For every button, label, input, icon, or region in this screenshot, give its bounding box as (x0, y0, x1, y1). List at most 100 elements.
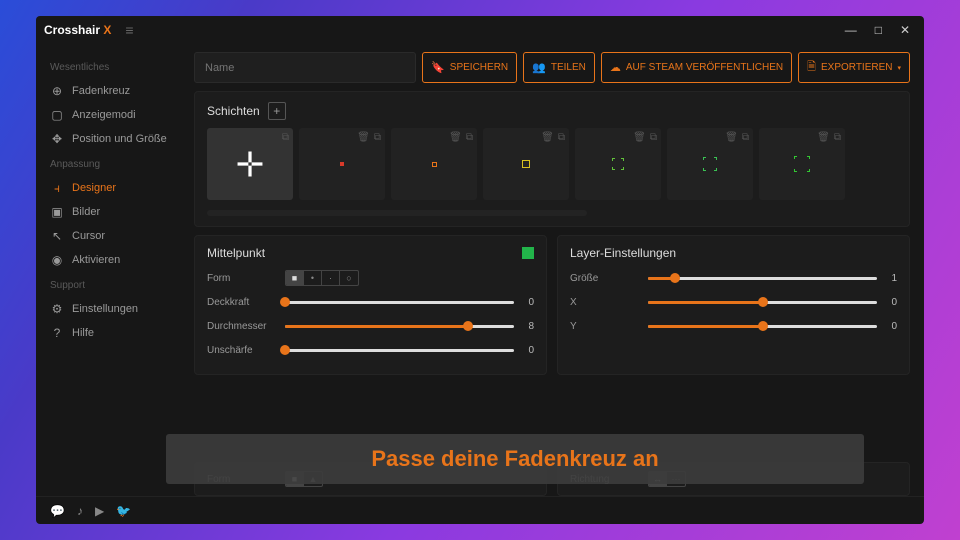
caption-overlay: Passe deine Fadenkreuz an (166, 434, 864, 484)
sidebar-item-label: Cursor (72, 230, 105, 242)
sidebar-item-activate[interactable]: ◉Aktivieren (50, 248, 186, 272)
slider-value: 0 (522, 297, 534, 308)
app-window: Crosshair X ≡ — □ ✕ Wesentliches ⊕ Fadenk… (36, 16, 924, 524)
sidebar-item-label: Fadenkreuz (72, 85, 130, 97)
form-label: Form (207, 273, 277, 284)
maximize-icon[interactable]: □ (875, 23, 882, 37)
layer-settings-panel: Layer-Einstellungen Größe1 X0 Y0 (557, 235, 910, 375)
slider-label: Y (570, 321, 640, 332)
sidebar-item-displaymodes[interactable]: ▢ Anzeigemodi (50, 103, 186, 127)
crosshair-preview (237, 151, 263, 177)
statusbar: 💬 ♪ ▶ 🐦 (36, 496, 924, 524)
share-button[interactable]: 👥TEILEN (523, 52, 595, 83)
twitter-icon[interactable]: 🐦 (116, 504, 131, 518)
titlebar: Crosshair X ≡ — □ ✕ (36, 16, 924, 44)
delete-icon[interactable]: 🗑 (725, 132, 738, 143)
panel-title: Mittelpunkt (207, 246, 265, 260)
blur-slider[interactable] (285, 343, 514, 357)
duplicate-icon[interactable]: ⧉ (282, 132, 289, 143)
slider-value: 8 (522, 321, 534, 332)
color-swatch[interactable] (522, 247, 534, 259)
form-segmented: ■ • · ○ (285, 270, 359, 286)
sidebar-item-designer[interactable]: ⫞Designer (50, 176, 186, 200)
eye-icon: ◉ (50, 253, 64, 267)
export-icon: 🗎 (807, 58, 816, 77)
tiktok-icon[interactable]: ♪ (77, 504, 83, 518)
youtube-icon[interactable]: ▶ (95, 504, 104, 518)
sidebar-item-position[interactable]: ✥ Position und Größe (50, 127, 186, 151)
layer-tile[interactable]: 🗑⧉ (759, 128, 845, 200)
sidebar-section: Wesentliches (50, 62, 186, 73)
crosshair-icon: ⊕ (50, 84, 64, 98)
sidebar-item-cursor[interactable]: ↖ Cursor (50, 224, 186, 248)
sidebar-item-label: Einstellungen (72, 303, 138, 315)
slider-value: 0 (885, 297, 897, 308)
size-slider[interactable] (648, 271, 877, 285)
layer-tile[interactable]: 🗑⧉ (483, 128, 569, 200)
crosshair-preview (794, 156, 810, 172)
x-slider[interactable] (648, 295, 877, 309)
upload-icon: ☁ (610, 61, 621, 74)
move-icon: ✥ (50, 132, 64, 146)
sidebar-item-label: Anzeigemodi (72, 109, 136, 121)
slider-value: 0 (885, 321, 897, 332)
sidebar-section: Anpassung (50, 159, 186, 170)
delete-icon[interactable]: 🗑 (817, 132, 830, 143)
duplicate-icon[interactable]: ⧉ (742, 132, 749, 143)
crosshair-preview (340, 162, 344, 166)
menu-icon[interactable]: ≡ (125, 23, 133, 37)
y-slider[interactable] (648, 319, 877, 333)
layers-panel: Schichten + ⧉ 🗑⧉ 🗑⧉ 🗑⧉ 🗑⧉ 🗑⧉ 🗑⧉ (194, 91, 910, 227)
sidebar-item-label: Position und Größe (72, 133, 167, 145)
duplicate-icon[interactable]: ⧉ (374, 132, 381, 143)
monitor-icon: ▢ (50, 108, 64, 122)
layer-tile[interactable]: 🗑⧉ (575, 128, 661, 200)
name-input[interactable] (194, 52, 416, 83)
form-option-square[interactable]: ■ (286, 271, 304, 285)
duplicate-icon[interactable]: ⧉ (466, 132, 473, 143)
publish-button[interactable]: ☁AUF STEAM VERÖFFENTLICHEN (601, 52, 792, 83)
duplicate-icon[interactable]: ⧉ (650, 132, 657, 143)
form-option-smalldot[interactable]: · (322, 271, 340, 285)
scrollbar[interactable] (207, 210, 587, 216)
save-button[interactable]: 🔖SPEICHERN (422, 52, 517, 83)
diameter-slider[interactable] (285, 319, 514, 333)
layer-tile[interactable]: 🗑⧉ (667, 128, 753, 200)
layer-tile[interactable]: 🗑⧉ (299, 128, 385, 200)
sliders-icon: ⫞ (50, 181, 64, 196)
duplicate-icon[interactable]: ⧉ (558, 132, 565, 143)
slider-label: Deckkraft (207, 297, 277, 308)
duplicate-icon[interactable]: ⧉ (834, 132, 841, 143)
delete-icon[interactable]: 🗑 (633, 132, 646, 143)
crosshair-preview (703, 157, 717, 171)
export-button[interactable]: 🗎EXPORTIEREN▾ (798, 52, 910, 83)
layer-tile[interactable]: 🗑⧉ (391, 128, 477, 200)
crosshair-preview (522, 160, 530, 168)
layers-title: Schichten (207, 104, 260, 118)
cursor-icon: ↖ (50, 229, 64, 243)
slider-label: X (570, 297, 640, 308)
crosshair-preview (612, 158, 624, 170)
delete-icon[interactable]: 🗑 (449, 132, 462, 143)
gear-icon: ⚙ (50, 302, 64, 316)
opacity-slider[interactable] (285, 295, 514, 309)
discord-icon[interactable]: 💬 (50, 504, 65, 518)
minimize-icon[interactable]: — (845, 23, 857, 37)
panel-title: Layer-Einstellungen (570, 246, 676, 260)
sidebar-item-help[interactable]: ?Hilfe (50, 321, 186, 345)
delete-icon[interactable]: 🗑 (357, 132, 370, 143)
centerpoint-panel: Mittelpunkt Form ■ • · ○ Deckkraft0 Durc… (194, 235, 547, 375)
users-icon: 👥 (532, 61, 546, 74)
form-option-circle[interactable]: ○ (340, 271, 358, 285)
sidebar-item-crosshair[interactable]: ⊕ Fadenkreuz (50, 79, 186, 103)
close-icon[interactable]: ✕ (900, 23, 910, 37)
layer-tile[interactable]: ⧉ (207, 128, 293, 200)
add-layer-button[interactable]: + (268, 102, 286, 120)
delete-icon[interactable]: 🗑 (541, 132, 554, 143)
form-option-dot[interactable]: • (304, 271, 322, 285)
sidebar-item-settings[interactable]: ⚙ Einstellungen (50, 297, 186, 321)
sidebar: Wesentliches ⊕ Fadenkreuz ▢ Anzeigemodi ✥ P… (36, 44, 186, 496)
slider-value: 0 (522, 345, 534, 356)
slider-value: 1 (885, 273, 897, 284)
sidebar-item-images[interactable]: ▣Bilder (50, 200, 186, 224)
